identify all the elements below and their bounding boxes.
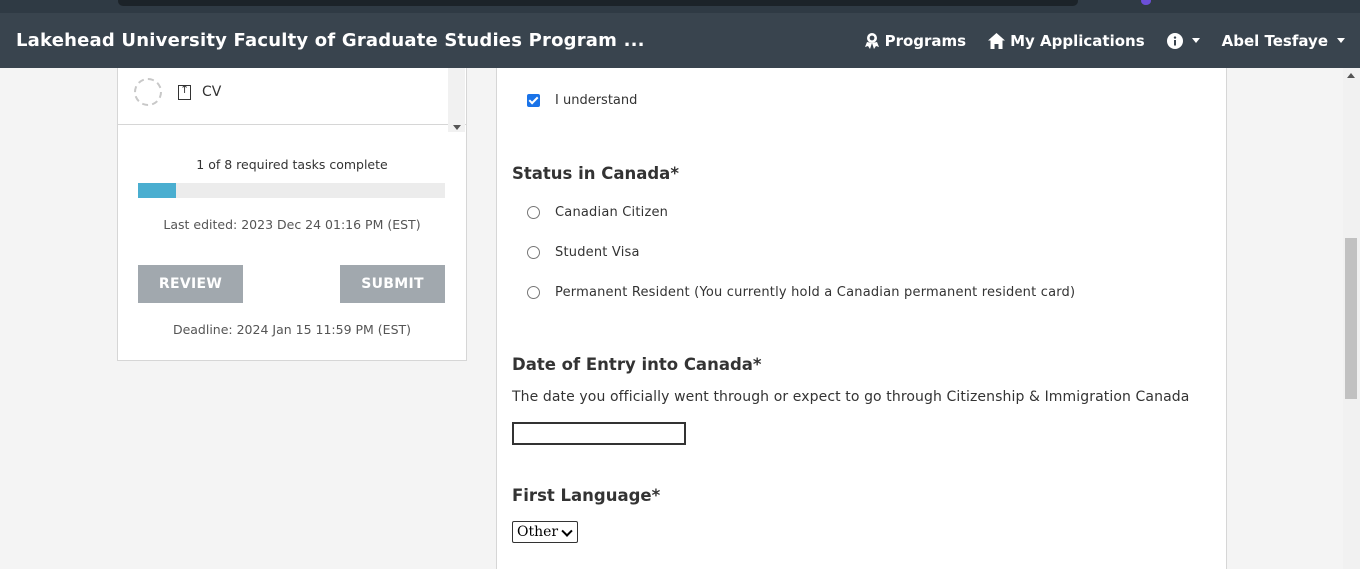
task-label: CV (202, 84, 222, 100)
first-language-select[interactable]: Other (512, 521, 578, 543)
chevron-down-icon (1191, 38, 1200, 43)
date-entry-field[interactable] (512, 422, 686, 445)
help-menu[interactable] (1166, 32, 1200, 49)
incomplete-circle-icon (134, 78, 162, 106)
deadline-text: Deadline: 2024 Jan 15 11:59 PM (EST) (172, 322, 412, 337)
radio-label: Canadian Citizen (555, 205, 669, 220)
radio-button[interactable] (527, 246, 540, 259)
nav-my-applications-label: My Applications (1010, 31, 1145, 50)
acknowledgement-checkbox[interactable] (527, 94, 540, 107)
review-button[interactable]: REVIEW (138, 265, 243, 303)
browser-extension-icon[interactable] (1141, 0, 1151, 5)
nav-my-applications[interactable]: My Applications (988, 32, 1145, 50)
radio-button[interactable] (527, 206, 540, 219)
application-form: I understand Status in Canada* Canadian … (496, 68, 1227, 569)
radio-label: Permanent Resident (You currently hold a… (555, 285, 1076, 300)
home-icon (988, 32, 1006, 49)
user-menu[interactable]: Abel Tesfaye (1222, 32, 1345, 50)
header-nav: Programs My Applications Abel Tesfaye (864, 13, 1345, 68)
progress-summary: 1 of 8 required tasks complete (196, 157, 388, 172)
status-option-citizen[interactable]: Canadian Citizen (527, 205, 668, 220)
radio-label: Student Visa (555, 245, 640, 260)
chevron-down-icon (561, 525, 573, 537)
upload-icon (178, 83, 191, 100)
page-scrollbar[interactable] (1343, 68, 1360, 569)
last-edited-text: Last edited: 2023 Dec 24 01:16 PM (EST) (163, 217, 421, 232)
task-list: CV (118, 68, 466, 132)
task-item-cv[interactable]: CV (134, 78, 221, 106)
status-option-permanent-resident[interactable]: Permanent Resident (You currently hold a… (527, 285, 1075, 300)
status-section-title: Status in Canada* (512, 164, 679, 183)
scroll-down-icon[interactable] (453, 125, 461, 130)
date-entry-help: The date you officially went through or … (512, 389, 1190, 405)
app-title[interactable]: Lakehead University Faculty of Graduate … (16, 13, 645, 68)
user-name: Abel Tesfaye (1221, 31, 1328, 50)
first-language-title: First Language* (512, 486, 661, 505)
date-entry-title: Date of Entry into Canada* (512, 355, 762, 374)
application-sidebar: CV 1 of 8 required tasks complete Last e… (117, 68, 467, 361)
chevron-down-icon (1337, 38, 1345, 43)
acknowledgement-checkbox-row[interactable]: I understand (527, 93, 637, 108)
browser-address-bar[interactable] (118, 0, 1078, 6)
progress-bar-fill (138, 183, 177, 198)
top-navigation-bar: Lakehead University Faculty of Graduate … (0, 13, 1360, 68)
scroll-up-icon[interactable] (1347, 73, 1355, 78)
status-option-student-visa[interactable]: Student Visa (527, 245, 640, 260)
first-language-selected: Other (517, 524, 559, 540)
submit-button[interactable]: SUBMIT (340, 265, 445, 303)
award-icon (864, 32, 880, 50)
browser-chrome-strip (0, 0, 1360, 13)
nav-programs-label: Programs (884, 31, 967, 50)
acknowledgement-label: I understand (555, 93, 638, 108)
radio-button[interactable] (527, 286, 540, 299)
task-list-scrollbar[interactable] (448, 68, 465, 132)
info-icon (1166, 32, 1183, 49)
nav-programs[interactable]: Programs (864, 31, 967, 50)
scrollbar-thumb[interactable] (1345, 238, 1357, 399)
progress-bar (138, 183, 445, 198)
